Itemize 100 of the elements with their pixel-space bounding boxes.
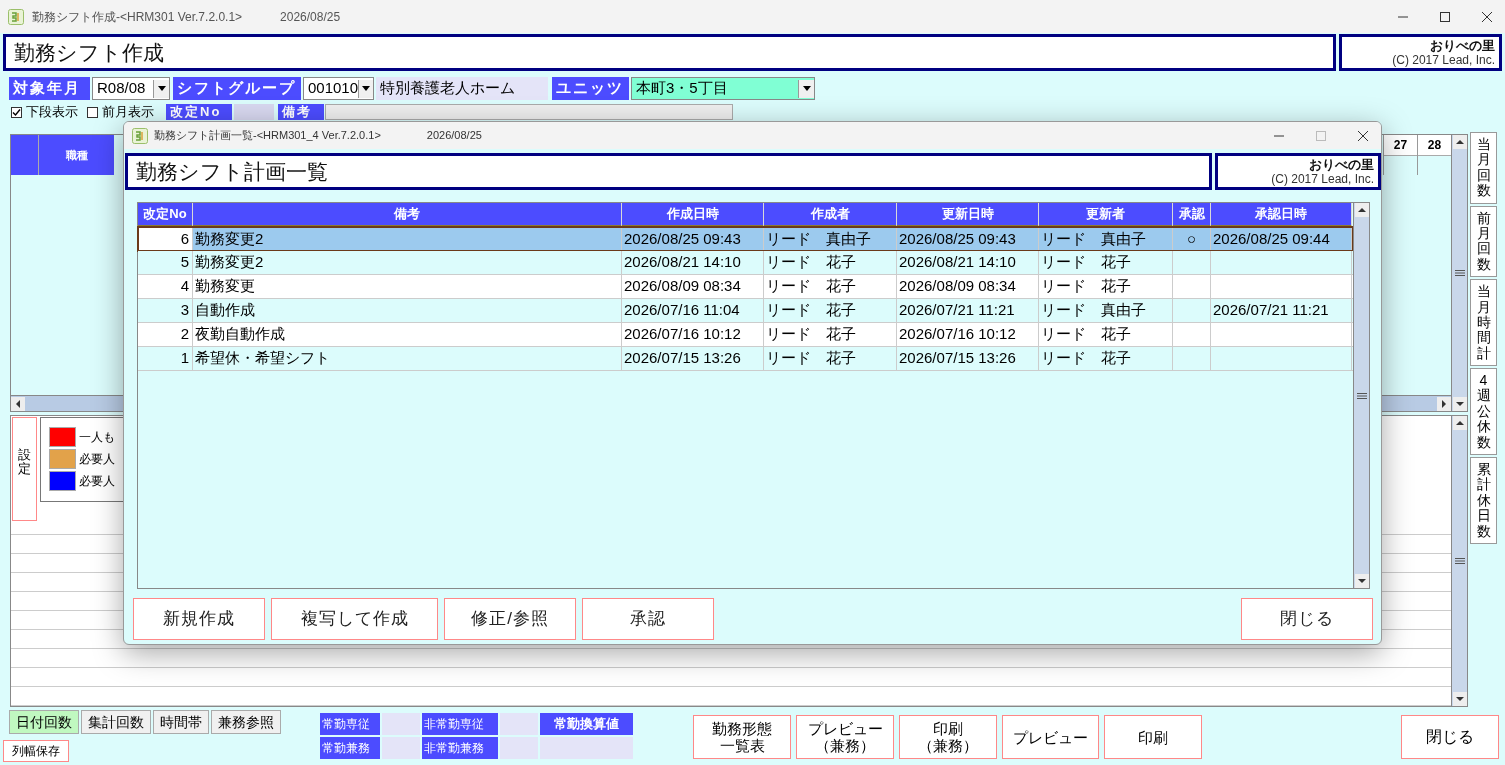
table-cell: 2026/07/21 11:21 (1211, 299, 1352, 322)
save-column-width-button[interactable]: 列幅保存 (3, 740, 69, 762)
table-row[interactable]: 6 勤務変更2 2026/08/25 09:43 リード 真由子 2026/08/25 09:43 リード 真由子 ○ 2026/08/25 09:44 (138, 227, 1353, 251)
dialog-button[interactable]: 修正/参照 (444, 598, 576, 640)
table-row[interactable]: 1 希望休・希望シフト 2026/07/15 13:26 リード 花子 2026/07/15 13:26 リード 花子 (138, 347, 1353, 371)
table-row[interactable]: 5 勤務変更2 2026/08/21 14:10 リード 花子 2026/08/21 14:10 リード 花子 (138, 251, 1353, 275)
side-button[interactable]: 当月回数 (1470, 132, 1497, 204)
table-cell: 5 (138, 251, 193, 274)
view-tab[interactable]: 日付回数 (9, 710, 79, 734)
copyright-text: (C) 2017 Lead, Inc. (1271, 171, 1374, 186)
group-label: シフトグループ (173, 77, 301, 100)
brand-name: おりべの里 (1430, 38, 1495, 53)
dialog-title: 勤務シフト計画一覧-<HRM301_4 Ver.7.2.0.1> (154, 128, 381, 144)
dialog-button[interactable]: 承認 (582, 598, 714, 640)
table-row[interactable]: 3 自動作成 2026/07/16 11:04 リード 花子 2026/07/21 11:21 リード 真由子 2026/07/21 11:21 (138, 299, 1353, 323)
revision-label: 改定No (166, 104, 232, 120)
count-field (382, 737, 420, 759)
scroll-down-icon (1452, 692, 1467, 706)
page-title: 勤務シフト作成 (3, 34, 1336, 71)
group-dropdown[interactable]: 001010 (303, 77, 374, 100)
view-tab[interactable]: 兼務参照 (211, 710, 281, 734)
table-cell: 1 (138, 347, 193, 370)
legend-label: 必要人 (79, 473, 115, 490)
side-button[interactable]: 4週公休数 (1470, 368, 1497, 456)
column-header: 更新者 (1039, 203, 1173, 227)
count-field (382, 713, 420, 735)
scroll-grip-icon (1356, 392, 1367, 399)
table-cell: リード 花子 (1039, 251, 1173, 274)
revision-field (234, 104, 274, 120)
table-cell: リード 花子 (764, 347, 897, 370)
window-title: 勤務シフト作成-<HRM301 Ver.7.2.0.1> (32, 8, 243, 26)
caret-icon (157, 86, 166, 91)
table-cell: リード 花子 (764, 323, 897, 346)
table-cell: リード 花子 (764, 299, 897, 322)
table-row[interactable]: 4 勤務変更 2026/08/09 08:34 リード 花子 2026/08/09 08:34 リード 花子 (138, 275, 1353, 299)
column-header: 職種 (39, 135, 114, 175)
view-tab[interactable]: 時間帯 (153, 710, 209, 734)
side-button[interactable]: 前月回数 (1470, 205, 1497, 278)
table-cell: 自動作成 (193, 299, 622, 322)
scroll-left-icon (11, 396, 25, 411)
table-cell: 2026/07/15 13:26 (897, 347, 1039, 370)
settings-button[interactable]: 設定 (12, 417, 37, 521)
unit-dropdown[interactable]: 本町3・5丁目 (631, 77, 815, 100)
count-field (500, 713, 538, 735)
dialog-button[interactable]: 新規作成 (133, 598, 265, 640)
caret-icon (362, 86, 371, 91)
close-icon (1357, 129, 1369, 142)
table-cell: リード 花子 (764, 275, 897, 298)
close-button[interactable]: 閉じる (1401, 715, 1499, 759)
table-cell: 2026/07/16 11:04 (622, 299, 764, 322)
checkbox[interactable]: 下段表示 (11, 102, 78, 122)
close-button[interactable]: 閉じる (1241, 598, 1373, 640)
table-cell: 4 (138, 275, 193, 298)
action-button[interactable]: 勤務形態 一覧表 (693, 715, 791, 759)
view-tab[interactable]: 集計回数 (81, 710, 151, 734)
table-cell: 3 (138, 299, 193, 322)
table-row[interactable]: 2 夜勤自動作成 2026/07/16 10:12 リード 花子 2026/07/16 10:12 リード 花子 (138, 323, 1353, 347)
table-cell: リード 真由子 (1039, 299, 1173, 322)
scroll-grip-icon (1454, 558, 1465, 564)
copyright-text: (C) 2017 Lead, Inc. (1392, 52, 1495, 67)
action-button[interactable]: 印刷 (1104, 715, 1202, 759)
table-cell: 6 (138, 227, 193, 251)
month-dropdown[interactable]: R08/08 (92, 77, 170, 100)
side-button[interactable]: 累計休日数 (1470, 457, 1497, 544)
scroll-down-icon (1452, 397, 1467, 411)
scroll-right-icon (1437, 396, 1451, 411)
count-label: 常勤専従 (320, 713, 380, 735)
remarks-label: 備考 (278, 104, 324, 120)
app-icon (132, 127, 148, 144)
table-cell: 2026/08/21 14:10 (622, 251, 764, 274)
vertical-scrollbar[interactable] (1451, 416, 1467, 706)
month-label: 対象年月 (9, 77, 90, 100)
action-button[interactable]: プレビュー （兼務） (796, 715, 894, 759)
check-icon (12, 107, 21, 117)
action-button[interactable]: 印刷 （兼務） (899, 715, 997, 759)
table-cell: 2026/08/09 08:34 (897, 275, 1039, 298)
table-cell: 2026/08/09 08:34 (622, 275, 764, 298)
page-title: 勤務シフト計画一覧 (125, 153, 1213, 190)
table-cell: 2026/07/21 11:21 (897, 299, 1039, 322)
table-cell: 希望休・希望シフト (193, 347, 622, 370)
scroll-up-icon (1452, 135, 1467, 149)
close-icon (1481, 10, 1493, 23)
action-button[interactable]: プレビュー (1002, 715, 1099, 759)
column-header: 作成日時 (622, 203, 764, 227)
day-header: 27 (1384, 135, 1417, 155)
count-label: 非常勤専従 (422, 713, 498, 735)
table-cell: 2026/07/15 13:26 (622, 347, 764, 370)
vertical-scrollbar[interactable] (1353, 203, 1369, 588)
group-name-field: 特別養護老人ホーム (376, 77, 548, 100)
scroll-down-icon (1354, 574, 1369, 588)
scroll-up-icon (1452, 416, 1467, 430)
side-button[interactable]: 当月時間計 (1470, 279, 1497, 367)
count-field (500, 737, 538, 759)
checkbox[interactable]: 前月表示 (87, 102, 154, 122)
table-cell: リード 花子 (1039, 275, 1173, 298)
legend-label: 一人も (79, 429, 115, 446)
table-cell: リード 花子 (1039, 347, 1173, 370)
count-label: 常勤兼務 (320, 737, 380, 759)
dialog-button[interactable]: 複写して作成 (271, 598, 438, 640)
vertical-scrollbar[interactable] (1451, 135, 1467, 411)
